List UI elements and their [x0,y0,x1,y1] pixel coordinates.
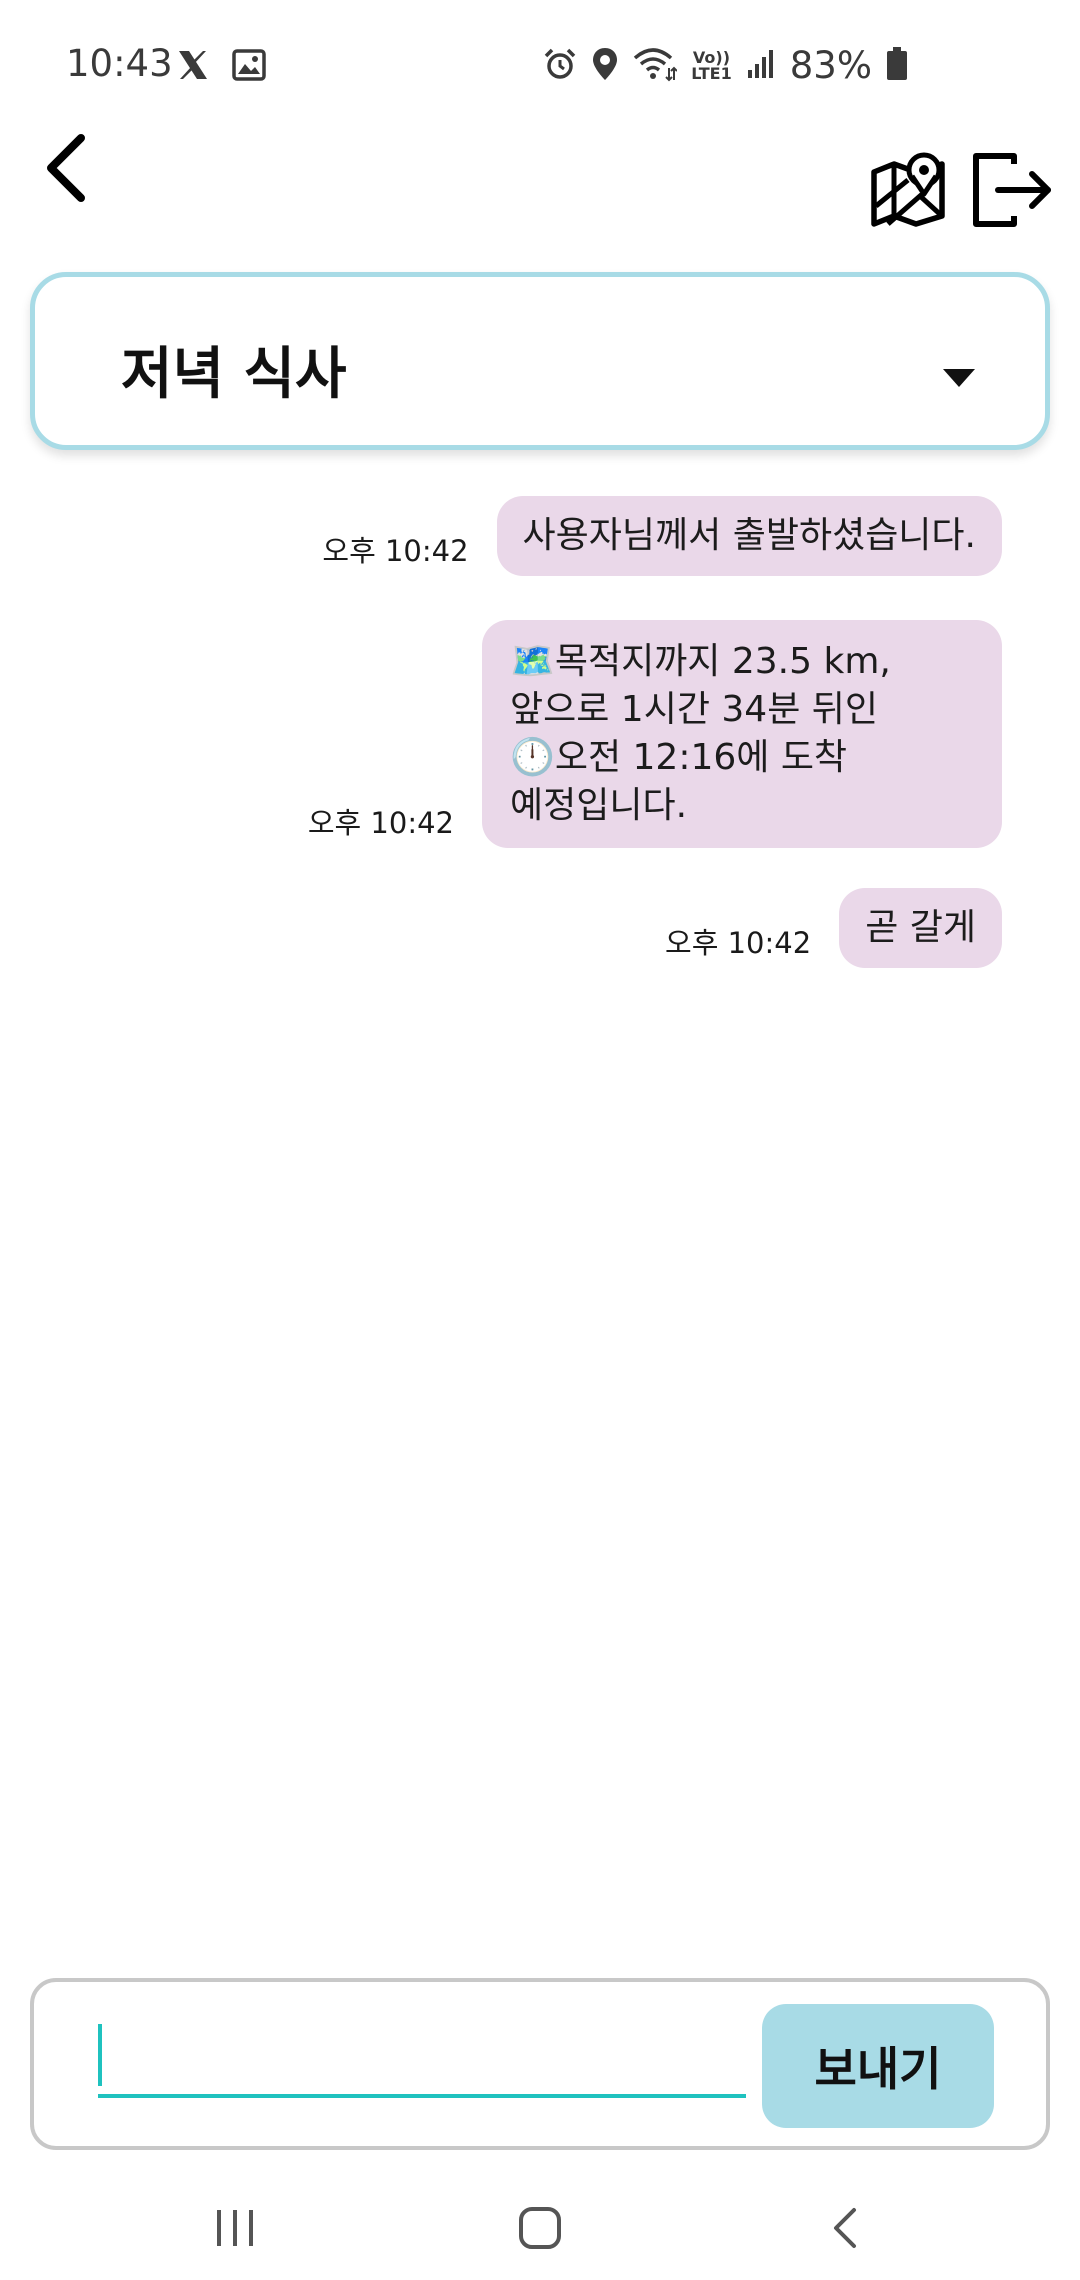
status-bar: 10:43 Vo)) LTE1 83% [0,0,1080,130]
message-bubble[interactable]: 곧 갈게 [839,888,1002,968]
location-pin-icon [591,46,619,86]
back-icon [830,2206,860,2254]
home-icon [518,2206,562,2254]
message-bubble[interactable]: 사용자님께서 출발하셨습니다. [496,496,1002,576]
back-button[interactable] [30,130,100,210]
alarm-icon [543,47,577,85]
recent-apps-button[interactable] [190,2190,280,2270]
chat-screen: 10:43 Vo)) LTE1 83% 저녁 식사 오후 10:42 사용자님께… [0,0,1080,2280]
message-row: 오후 10:42 곧 갈게 [665,888,1002,968]
room-dropdown[interactable]: 저녁 식사 [30,272,1050,450]
status-time: 10:43 [66,42,173,85]
text-cursor [98,2024,102,2086]
message-input[interactable] [98,2010,746,2098]
map-button[interactable] [868,150,948,230]
home-button[interactable] [495,2190,585,2270]
leave-room-button[interactable] [970,150,1054,230]
send-button[interactable]: 보내기 [762,2004,994,2128]
message-time: 오후 10:42 [322,534,469,568]
message-row: 오후 10:42 🗺️목적지까지 23.5 km, 앞으로 1시간 34분 뒤인… [308,620,1002,848]
signal-icon [746,48,776,84]
map-pin-icon [868,152,948,234]
lte-indicator: Vo)) LTE1 [691,47,732,83]
battery-percent: 83% [789,44,872,87]
image-icon [232,49,266,85]
status-right-group: Vo)) LTE1 83% [543,44,908,87]
message-time: 오후 10:42 [307,806,454,840]
recent-apps-icon [213,2208,257,2252]
system-nav-bar [0,2180,1080,2280]
caret-down-icon [943,369,975,387]
nav-back-button[interactable] [800,2190,890,2270]
message-bubble[interactable]: 🗺️목적지까지 23.5 km, 앞으로 1시간 34분 뒤인 🕛오전 12:1… [482,620,1002,848]
status-left-icons [176,48,266,86]
message-time: 오후 10:42 [665,926,812,960]
chevron-left-icon [41,132,89,208]
x-logo-icon [176,48,210,86]
message-composer: 보내기 [30,1978,1050,2150]
wifi-icon [633,46,678,86]
room-dropdown-value: 저녁 식사 [121,342,347,407]
logout-icon [970,153,1054,234]
battery-icon [886,46,908,85]
message-row: 오후 10:42 사용자님께서 출발하셨습니다. [322,496,1002,576]
